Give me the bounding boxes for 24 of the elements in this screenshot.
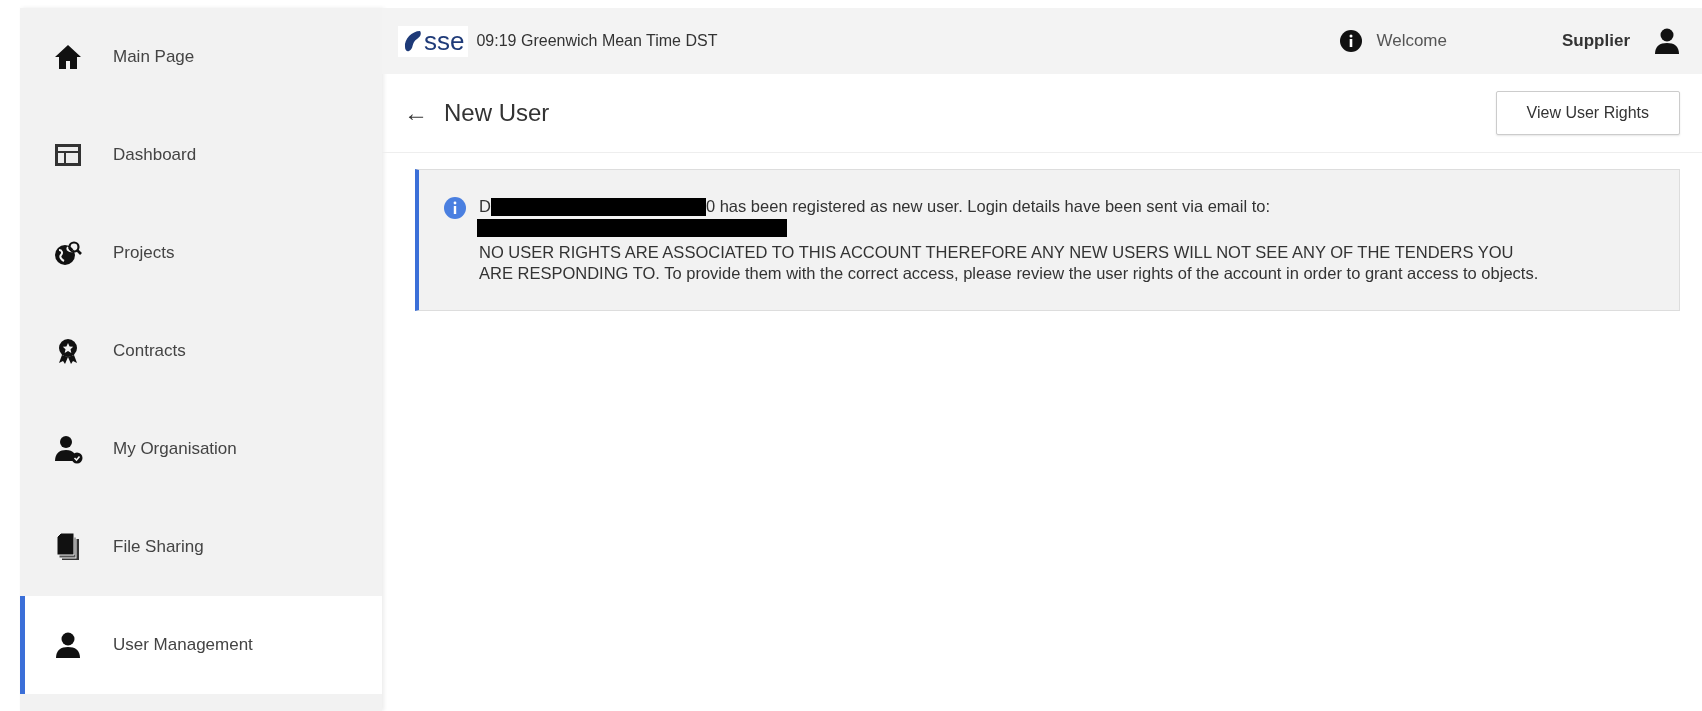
sidebar-item[interactable]: My Organisation <box>20 400 382 498</box>
message-text: D <box>479 196 491 217</box>
page-title: New User <box>444 99 550 127</box>
sidebar-item[interactable]: Dashboard <box>20 106 382 204</box>
user-check-icon <box>53 434 83 464</box>
welcome-text: Welcome <box>1376 31 1447 51</box>
role-label: Supplier <box>1562 31 1630 51</box>
logo: sse <box>398 25 469 57</box>
sidebar-item[interactable]: Contracts <box>20 302 382 400</box>
user-icon <box>53 630 83 660</box>
sidebar-item[interactable]: Projects <box>20 204 382 302</box>
sidebar-item[interactable]: Main Page <box>20 8 382 106</box>
user-icon[interactable] <box>1652 26 1682 56</box>
back-arrow-icon[interactable]: ← <box>404 99 428 127</box>
message-text: 0 has been registered as new user. Login details have been sent via email to: <box>705 196 1271 217</box>
view-user-rights-button[interactable]: View User Rights <box>1495 91 1680 135</box>
sidebar-item[interactable]: File Sharing <box>20 498 382 596</box>
info-icon[interactable] <box>1340 30 1363 52</box>
sidebar-item[interactable]: User Management <box>20 596 382 694</box>
warning-text: NO USER RIGHTS ARE ASSOCIATED TO THIS ACCOUNT THEREFORE ANY NEW USERS WILL NOT SEE ANY OF THE TENDERS YOU ARE RESPONDING TO. To provide them with the correct access, please review the user rights of the account in order to grant access to objects. <box>479 242 1539 284</box>
info-icon <box>443 196 467 220</box>
globe-search-icon <box>53 238 83 268</box>
time-text: 09:19 Greenwich Mean Time DST <box>476 32 718 50</box>
home-icon <box>53 42 83 72</box>
